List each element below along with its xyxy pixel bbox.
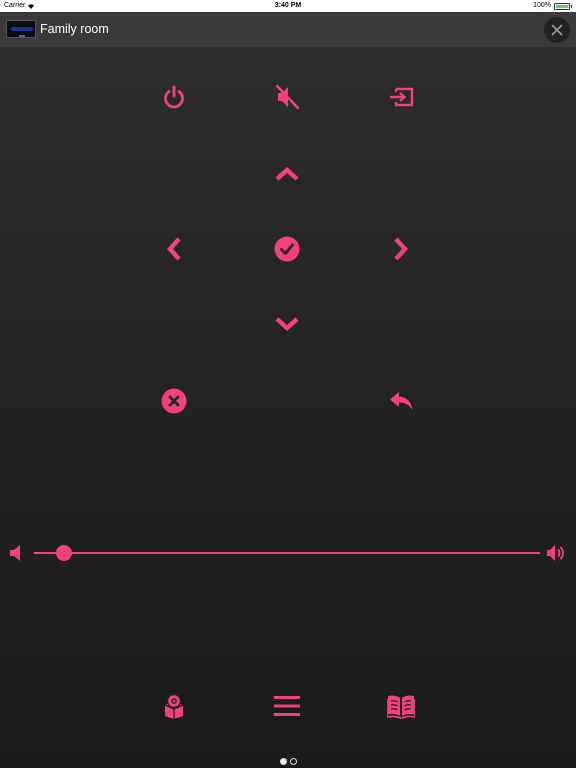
cancel-icon <box>161 388 187 414</box>
cancel-button[interactable] <box>157 384 191 418</box>
volume-low-icon <box>10 545 20 561</box>
right-arrow-icon <box>394 237 409 261</box>
battery-icon <box>554 2 572 10</box>
down-button[interactable] <box>270 307 304 341</box>
status-bar: Carrier 3:40 PM 100% <box>0 0 576 12</box>
ok-button[interactable] <box>270 232 304 266</box>
ok-check-icon <box>274 236 300 262</box>
smart-hub-button[interactable] <box>157 689 191 723</box>
power-button[interactable] <box>157 80 191 114</box>
volume-track[interactable] <box>34 552 540 554</box>
input-source-icon <box>390 87 414 107</box>
input-source-button[interactable] <box>384 80 418 114</box>
close-icon <box>551 24 563 36</box>
up-arrow-icon <box>275 166 299 181</box>
page-indicator[interactable] <box>280 758 297 765</box>
down-arrow-icon <box>275 317 299 332</box>
battery-group: 100% <box>533 0 572 12</box>
left-arrow-icon <box>166 237 181 261</box>
volume-slider-knob[interactable] <box>56 545 73 561</box>
right-button[interactable] <box>384 232 418 266</box>
menu-icon <box>274 696 300 716</box>
page-title: Family room <box>40 22 109 36</box>
guide-book-icon <box>387 695 415 719</box>
up-button[interactable] <box>270 157 304 191</box>
close-button[interactable] <box>544 17 570 43</box>
back-icon <box>390 392 413 410</box>
back-button[interactable] <box>384 384 418 418</box>
tv-icon <box>6 20 36 38</box>
volume-down-button[interactable] <box>6 543 26 563</box>
smart-hub-icon <box>164 693 184 719</box>
mute-button[interactable] <box>270 80 304 114</box>
guide-button[interactable] <box>384 689 418 723</box>
page-dot[interactable] <box>290 758 297 765</box>
mute-icon <box>275 84 300 110</box>
left-button[interactable] <box>157 232 191 266</box>
header-bar: Family room <box>0 12 576 47</box>
status-time: 3:40 PM <box>274 2 302 9</box>
power-icon <box>164 85 184 109</box>
menu-button[interactable] <box>270 689 304 723</box>
page-dot-active[interactable] <box>280 758 287 765</box>
battery-percent: 100% <box>533 2 551 9</box>
volume-up-button[interactable] <box>546 543 566 563</box>
volume-high-icon <box>547 545 564 561</box>
